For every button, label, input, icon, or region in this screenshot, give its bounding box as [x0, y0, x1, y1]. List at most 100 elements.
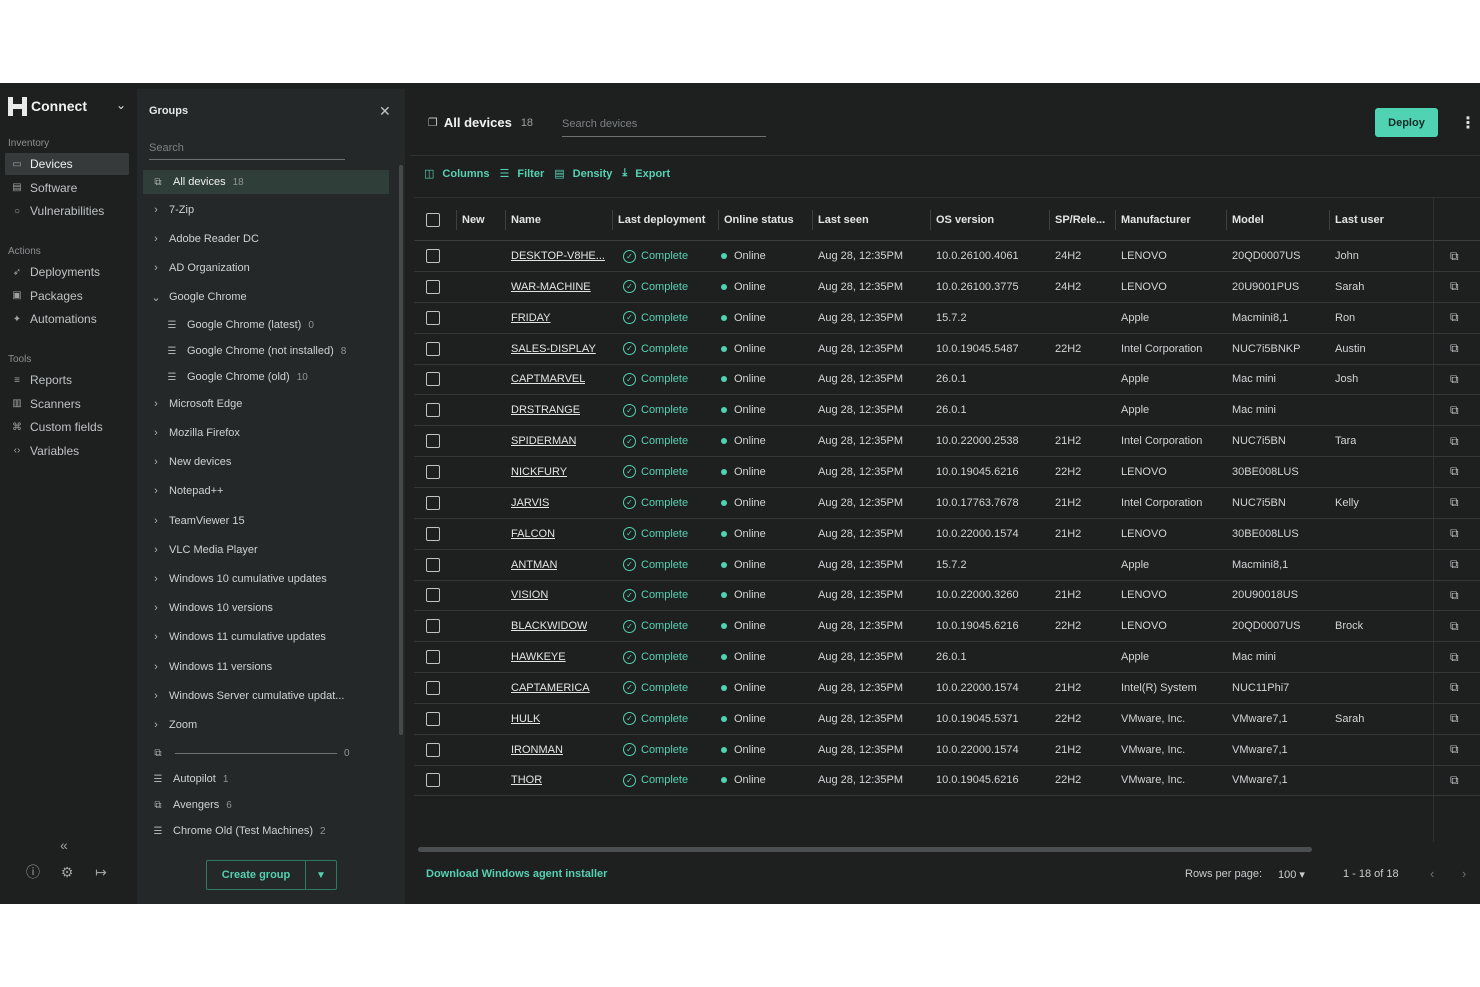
- group-item-vlc-media-player[interactable]: › VLC Media Player: [143, 538, 389, 562]
- chevron-right-icon[interactable]: ›: [143, 515, 169, 527]
- device-name-link[interactable]: BLACKWIDOW: [511, 620, 587, 632]
- remote-access-icon[interactable]: ⧉: [1450, 372, 1459, 387]
- group-item-chrome-old-test-machines[interactable]: ☰ Chrome Old (Test Machines) 2: [143, 819, 389, 843]
- row-checkbox[interactable]: [426, 403, 440, 418]
- horizontal-scrollbar[interactable]: [418, 847, 1312, 852]
- nav-item-variables[interactable]: ‹› Variables: [5, 440, 129, 462]
- table-row[interactable]: ANTMAN ✓ Complete Online Aug 28, 12:35PM 15.7…: [414, 550, 1480, 581]
- chevron-right-icon[interactable]: ›: [143, 544, 169, 556]
- gear-icon[interactable]: ⚙: [58, 863, 76, 881]
- group-item-google-chrome-old[interactable]: ☰ Google Chrome (old) 10: [143, 365, 389, 389]
- create-group-button[interactable]: Create group: [207, 861, 306, 889]
- nav-item-automations[interactable]: ✦ Automations: [5, 308, 129, 330]
- group-item-windows-11-cumulative-updates[interactable]: › Windows 11 cumulative updates: [143, 625, 389, 649]
- table-row[interactable]: FALCON ✓ Complete Online Aug 28, 12:35PM 10.0…: [414, 519, 1480, 550]
- device-name-link[interactable]: THOR: [511, 774, 542, 786]
- group-item-google-chrome-not-installed[interactable]: ☰ Google Chrome (not installed) 8: [143, 339, 389, 363]
- row-checkbox[interactable]: [426, 464, 440, 479]
- search-devices-input[interactable]: [562, 111, 766, 137]
- chevron-right-icon[interactable]: ›: [143, 427, 169, 439]
- nav-item-vulnerabilities[interactable]: ○ Vulnerabilities: [5, 200, 129, 222]
- device-name-link[interactable]: DESKTOP-V8HE...: [511, 250, 605, 262]
- table-row[interactable]: HAWKEYE ✓ Complete Online Aug 28, 12:35PM 26.…: [414, 642, 1480, 674]
- previous-page-icon[interactable]: ‹: [1430, 866, 1434, 881]
- group-item-windows-10-versions[interactable]: › Windows 10 versions: [143, 596, 389, 620]
- group-item-windows-server-cumulative-updat[interactable]: › Windows Server cumulative updat...: [143, 684, 389, 708]
- device-name-link[interactable]: CAPTMARVEL: [511, 373, 585, 385]
- row-checkbox[interactable]: [426, 434, 440, 449]
- remote-access-icon[interactable]: ⧉: [1450, 588, 1459, 603]
- chevron-right-icon[interactable]: ›: [143, 661, 169, 673]
- chevron-right-icon[interactable]: ›: [143, 602, 169, 614]
- cell-name[interactable]: HULK: [511, 704, 540, 734]
- row-checkbox[interactable]: [426, 372, 440, 387]
- brand-switcher[interactable]: Connect ⌄: [8, 95, 130, 117]
- table-row[interactable]: DRSTRANGE ✓ Complete Online Aug 28, 12:35PM 2…: [414, 395, 1480, 427]
- cell-name[interactable]: WAR-MACHINE: [511, 272, 591, 302]
- table-row[interactable]: JARVIS ✓ Complete Online Aug 28, 12:35PM 10.0…: [414, 488, 1480, 519]
- filter-button[interactable]: ☰ Filter: [499, 167, 544, 181]
- cell-name[interactable]: ANTMAN: [511, 550, 557, 580]
- table-row[interactable]: THOR ✓ Complete Online Aug 28, 12:35PM 10.0.1…: [414, 765, 1480, 797]
- column-header-new[interactable]: New: [456, 198, 485, 242]
- group-item-ad-organization[interactable]: › AD Organization: [143, 256, 389, 280]
- column-header-sp-release[interactable]: SP/Rele...: [1048, 198, 1105, 242]
- chevron-right-icon[interactable]: ›: [143, 485, 169, 497]
- download-agent-link[interactable]: Download Windows agent installer: [426, 868, 607, 880]
- nav-item-reports[interactable]: ≡ Reports: [5, 369, 129, 391]
- nav-item-scanners[interactable]: ▥ Scanners: [5, 393, 129, 415]
- row-checkbox[interactable]: [426, 279, 440, 294]
- table-row[interactable]: SPIDERMAN ✓ Complete Online Aug 28, 12:35PM 1…: [414, 426, 1480, 458]
- density-button[interactable]: ▤ Density: [554, 167, 612, 181]
- remote-access-icon[interactable]: ⧉: [1450, 249, 1459, 264]
- device-name-link[interactable]: HAWKEYE: [511, 651, 566, 663]
- row-checkbox[interactable]: [426, 526, 440, 541]
- column-header-last-seen[interactable]: Last seen: [812, 198, 869, 242]
- column-header-last-deployment[interactable]: Last deployment: [611, 198, 705, 242]
- chevron-right-icon[interactable]: ›: [143, 573, 169, 585]
- remote-access-icon[interactable]: ⧉: [1450, 526, 1459, 541]
- column-header-last-user[interactable]: Last user: [1329, 198, 1384, 242]
- collapse-nav-icon[interactable]: «: [60, 837, 68, 853]
- cell-name[interactable]: FRIDAY: [511, 303, 551, 333]
- remote-access-icon[interactable]: ⧉: [1450, 742, 1459, 757]
- row-checkbox[interactable]: [426, 619, 440, 634]
- row-checkbox[interactable]: [426, 249, 440, 263]
- cell-name[interactable]: VISION: [511, 580, 548, 610]
- row-checkbox[interactable]: [426, 341, 440, 356]
- remote-access-icon[interactable]: ⧉: [1450, 650, 1459, 665]
- chevron-right-icon[interactable]: ›: [143, 262, 169, 274]
- row-checkbox[interactable]: [426, 588, 440, 603]
- group-item-windows-11-versions[interactable]: › Windows 11 versions: [143, 655, 389, 679]
- remote-access-icon[interactable]: ⧉: [1450, 279, 1459, 294]
- group-item-avengers[interactable]: ⧉ Avengers 6: [143, 793, 389, 817]
- nav-item-custom-fields[interactable]: ⌘ Custom fields: [5, 416, 129, 438]
- cell-name[interactable]: THOR: [511, 765, 542, 795]
- rows-per-page-select[interactable]: 100 ▾: [1278, 868, 1305, 881]
- group-item-teamviewer-15[interactable]: › TeamViewer 15: [143, 509, 389, 533]
- device-name-link[interactable]: FALCON: [511, 528, 555, 540]
- row-checkbox[interactable]: [426, 310, 440, 325]
- chevron-down-icon[interactable]: ⌄: [143, 291, 169, 304]
- cell-name[interactable]: DESKTOP-V8HE...: [511, 241, 605, 271]
- column-header-os-version[interactable]: OS version: [929, 198, 994, 242]
- row-checkbox[interactable]: [426, 773, 440, 788]
- remote-access-icon[interactable]: ⧉: [1450, 403, 1459, 418]
- group-item-mozilla-firefox[interactable]: › Mozilla Firefox: [143, 421, 389, 445]
- table-row[interactable]: HULK ✓ Complete Online Aug 28, 12:35PM 10.0.1…: [414, 704, 1480, 735]
- row-checkbox[interactable]: [426, 680, 440, 695]
- remote-access-icon[interactable]: ⧉: [1450, 434, 1459, 449]
- group-item-autopilot[interactable]: ☰ Autopilot 1: [143, 767, 389, 791]
- nav-item-deployments[interactable]: ➶ Deployments: [5, 261, 129, 283]
- cell-name[interactable]: CAPTMARVEL: [511, 364, 585, 394]
- table-row[interactable]: BLACKWIDOW ✓ Complete Online Aug 28, 12:35PM…: [414, 611, 1480, 643]
- cell-name[interactable]: JARVIS: [511, 488, 549, 518]
- nav-item-packages[interactable]: ▣ Packages: [5, 285, 129, 307]
- export-button[interactable]: ⤓ Export: [622, 167, 670, 180]
- device-name-link[interactable]: HULK: [511, 713, 540, 725]
- groups-scrollbar[interactable]: [399, 165, 403, 735]
- device-name-link[interactable]: WAR-MACHINE: [511, 281, 591, 293]
- remote-access-icon[interactable]: ⧉: [1450, 557, 1459, 572]
- group-item-google-chrome[interactable]: ⌄ Google Chrome: [143, 285, 389, 309]
- cell-name[interactable]: HAWKEYE: [511, 642, 566, 672]
